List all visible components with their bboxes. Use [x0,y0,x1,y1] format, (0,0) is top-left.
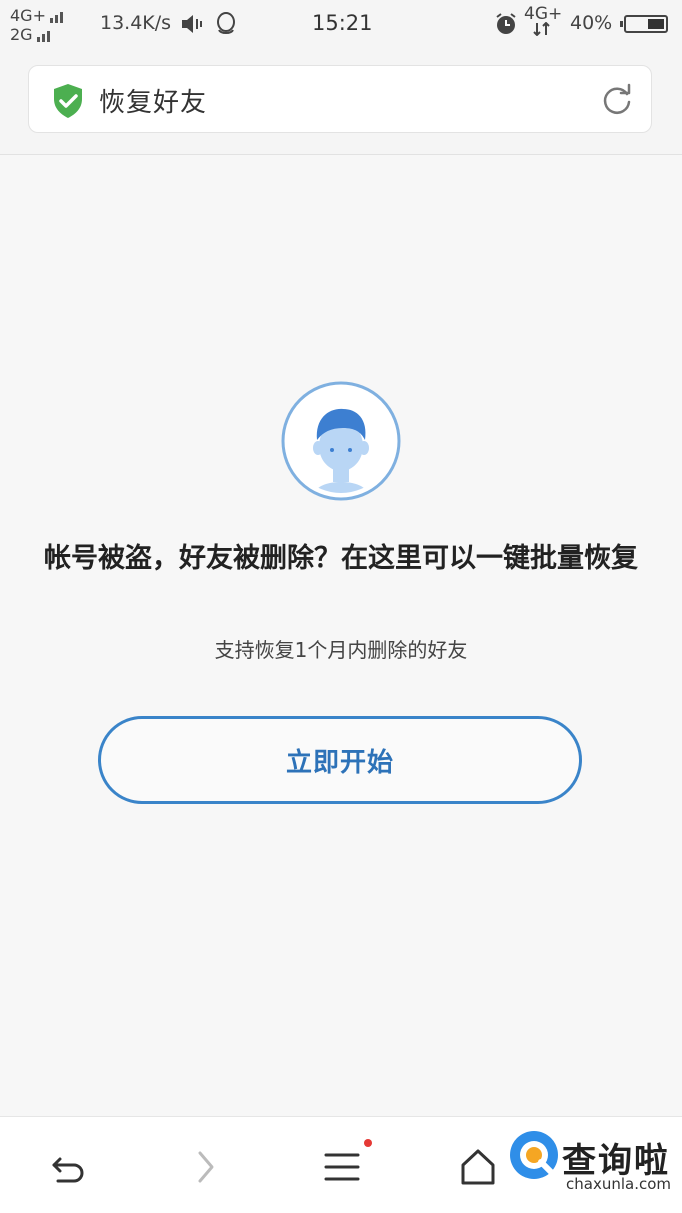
network-type-right: 4G+ [524,4,563,24]
battery-percent: 40% [570,12,613,34]
browser-header: 恢复好友 [0,48,682,155]
back-icon[interactable] [48,1147,88,1187]
qq-icon [217,12,235,34]
page-title: 恢复好友 [99,88,208,118]
signal-icon [36,30,55,42]
forward-icon[interactable] [186,1147,226,1187]
network-speed: 13.4K/s [100,12,172,34]
clock: 15:21 [312,11,373,35]
user-avatar-icon [281,381,401,501]
watermark-domain: chaxunla.com [566,1175,671,1193]
menu-icon[interactable] [322,1147,362,1187]
signal-icon [49,11,68,23]
data-arrows-icon [533,22,550,36]
headline: 帐号被盗，好友被删除？在这里可以一键批量恢复 [44,543,638,574]
volume-vibrate-icon [182,15,202,33]
network-type-primary: 4G+ [10,6,46,25]
shield-check-icon [54,84,82,118]
address-bar[interactable]: 恢复好友 [28,65,652,133]
chaxunla-logo-icon [510,1131,558,1179]
bottom-navigation: 查询啦 chaxunla.com [0,1116,682,1213]
notification-dot [364,1139,372,1147]
battery-icon [620,15,668,33]
alarm-clock-icon [496,13,516,34]
start-button[interactable]: 立即开始 [98,716,582,804]
network-type-secondary: 2G [10,25,33,44]
home-icon[interactable] [458,1147,498,1187]
status-bar: 4G+ 2G 13.4K/s 15:21 4G+ 40% [0,0,682,48]
subheadline: 支持恢复1个月内删除的好友 [214,638,468,662]
network-indicator: 4G+ 2G [10,6,68,44]
reload-icon[interactable] [599,82,635,118]
